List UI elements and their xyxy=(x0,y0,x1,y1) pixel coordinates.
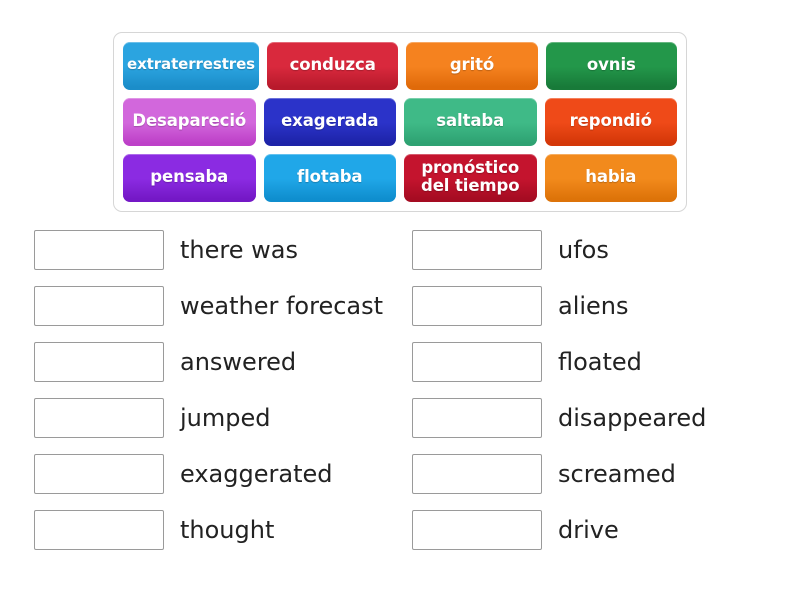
answer-label: floated xyxy=(558,347,642,376)
answer-row: aliens xyxy=(412,278,792,334)
word-tile-label: habia xyxy=(585,166,637,186)
answer-label: answered xyxy=(180,347,297,376)
answer-row: exaggerated xyxy=(34,446,414,502)
word-tile-bank: extraterrestres conduzca gritó ovnis Desapar… xyxy=(113,32,687,212)
word-tile[interactable]: pronóstico del tiempo xyxy=(404,154,537,202)
answer-row: jumped xyxy=(34,390,414,446)
answer-row: answered xyxy=(34,334,414,390)
answer-label: screamed xyxy=(558,459,676,488)
word-tile-label: flotaba xyxy=(297,166,363,186)
answer-drop-box[interactable] xyxy=(34,398,164,438)
answer-drop-box[interactable] xyxy=(412,342,542,382)
answer-label: ufos xyxy=(558,235,609,264)
answer-label: weather forecast xyxy=(180,291,384,320)
answer-drop-box[interactable] xyxy=(34,342,164,382)
answer-drop-box[interactable] xyxy=(34,510,164,550)
word-tile-label: gritó xyxy=(449,54,495,74)
answer-column-left: there was weather forecast answered jumped e… xyxy=(34,222,414,558)
word-tile-label: saltaba xyxy=(436,110,505,130)
word-tile-label: extraterrestres xyxy=(127,55,255,74)
word-tile-label: conduzca xyxy=(289,54,376,74)
answer-row: screamed xyxy=(412,446,792,502)
answer-drop-box[interactable] xyxy=(34,286,164,326)
word-tile[interactable]: pensaba xyxy=(123,154,256,202)
answer-drop-box[interactable] xyxy=(412,510,542,550)
word-tile-label: pronóstico del tiempo xyxy=(421,157,520,195)
answer-label: exaggerated xyxy=(180,459,333,488)
word-tile[interactable]: saltaba xyxy=(404,98,537,146)
word-tile-label: pensaba xyxy=(150,166,229,186)
answer-row: disappeared xyxy=(412,390,792,446)
answer-label: disappeared xyxy=(558,403,707,432)
word-tile-label: ovnis xyxy=(586,54,636,74)
word-tile[interactable]: extraterrestres xyxy=(123,42,259,90)
answer-row: there was xyxy=(34,222,414,278)
answer-label: jumped xyxy=(180,403,271,432)
answer-column-right: ufos aliens floated disappeared screamed driv… xyxy=(412,222,792,558)
word-tile[interactable]: exagerada xyxy=(263,98,396,146)
answer-drop-box[interactable] xyxy=(34,454,164,494)
word-tile-label: Desapareció xyxy=(132,110,247,130)
answer-drop-box[interactable] xyxy=(412,286,542,326)
answer-drop-box[interactable] xyxy=(34,230,164,270)
word-tile[interactable]: habia xyxy=(544,154,677,202)
word-tile[interactable]: repondió xyxy=(544,98,677,146)
answer-row: ufos xyxy=(412,222,792,278)
answer-label: drive xyxy=(558,515,619,544)
word-tile[interactable]: conduzca xyxy=(267,42,399,90)
answer-label: thought xyxy=(180,515,275,544)
answer-row: drive xyxy=(412,502,792,558)
word-tile[interactable]: flotaba xyxy=(263,154,396,202)
tile-row: Desapareció exagerada saltaba repondió xyxy=(119,95,681,151)
answer-drop-box[interactable] xyxy=(412,230,542,270)
tile-row: pensaba flotaba pronóstico del tiempo habia xyxy=(119,151,681,207)
answer-drop-box[interactable] xyxy=(412,398,542,438)
word-tile-label: exagerada xyxy=(281,110,379,130)
answer-drop-box[interactable] xyxy=(412,454,542,494)
word-tile[interactable]: Desapareció xyxy=(123,98,256,146)
word-tile[interactable]: gritó xyxy=(406,42,538,90)
word-tile[interactable]: ovnis xyxy=(545,42,677,90)
answer-row: weather forecast xyxy=(34,278,414,334)
answer-label: there was xyxy=(180,235,298,264)
answer-row: thought xyxy=(34,502,414,558)
answer-label: aliens xyxy=(558,291,629,320)
tile-row: extraterrestres conduzca gritó ovnis xyxy=(119,39,681,95)
answer-row: floated xyxy=(412,334,792,390)
word-tile-label: repondió xyxy=(569,110,652,130)
